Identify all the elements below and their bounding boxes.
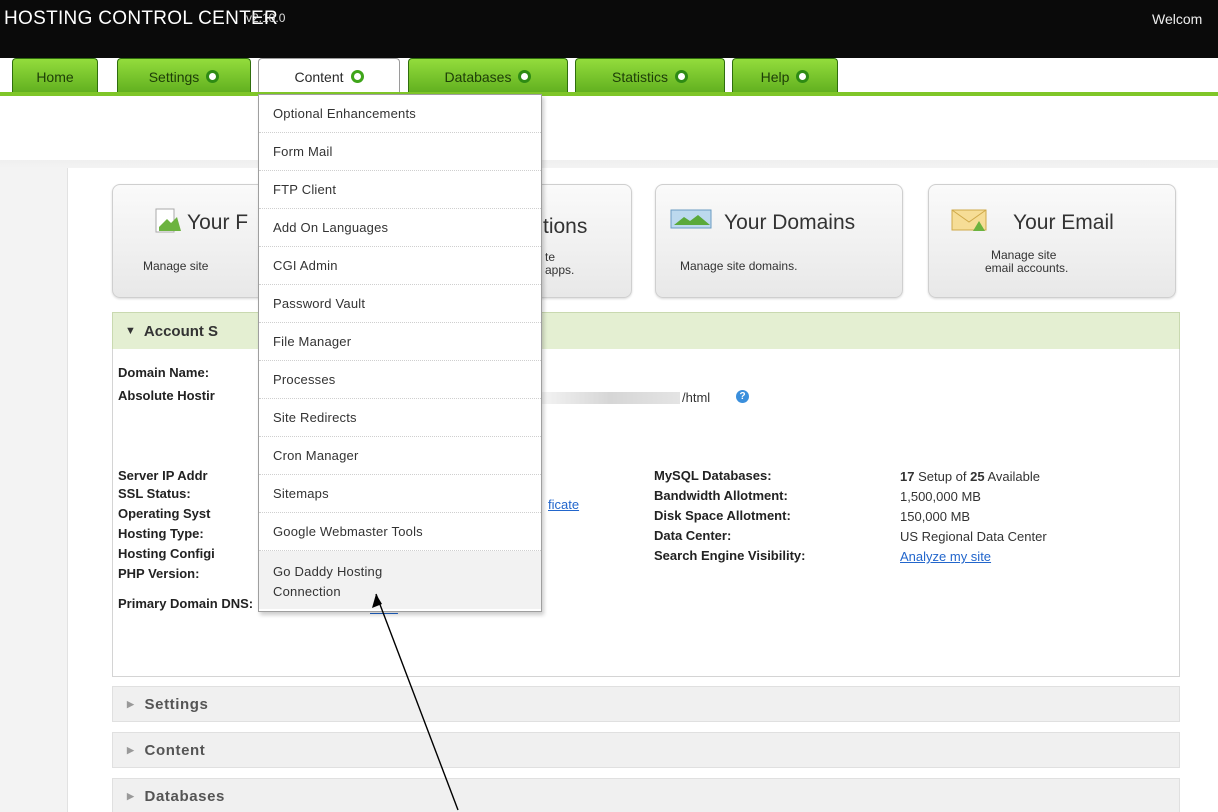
tab-home-label: Home (36, 68, 74, 85)
card-email-desc-2: email accounts. (985, 261, 1069, 275)
tab-arrow-icon (206, 70, 220, 83)
left-gutter (0, 168, 68, 812)
menu-item-ftp-client[interactable]: FTP Client (259, 171, 541, 209)
card-files-desc: Manage site (143, 259, 209, 273)
content-dropdown-menu: Optional Enhancements Form Mail FTP Clie… (258, 94, 542, 612)
card-email-title: Your Email (1013, 211, 1114, 234)
menu-item-add-on-languages[interactable]: Add On Languages (259, 209, 541, 247)
mysql-tail: Available (984, 469, 1041, 484)
tab-content-label: Content (294, 68, 344, 85)
menu-item-processes[interactable]: Processes (259, 361, 541, 399)
app-title: HOSTING CONTROL CENTER (4, 8, 279, 29)
tab-settings[interactable]: Settings (117, 58, 251, 94)
php-version-label: PHP Version: (118, 566, 200, 581)
email-icon (951, 207, 991, 233)
menu-item-optional-enhancements[interactable]: Optional Enhancements (259, 95, 541, 133)
hosting-type-label: Hosting Type: (118, 526, 204, 541)
help-icon[interactable]: ? (736, 390, 749, 403)
disk-space-label: Disk Space Allotment: (654, 508, 791, 523)
menu-item-cgi-admin[interactable]: CGI Admin (259, 247, 541, 285)
tab-help[interactable]: Help (732, 58, 838, 94)
card-apps-desc-2: apps. (545, 263, 575, 277)
expand-arrow-icon: ▶ (127, 790, 135, 801)
tab-statistics-label: Statistics (611, 68, 668, 85)
page: HOSTING CONTROL CENTER v2.10.0 Welcom Ho… (0, 0, 1218, 812)
ssl-certificate-link[interactable]: ficate (548, 497, 579, 512)
section-content[interactable]: ▶ Content (112, 732, 1180, 768)
mysql-value: 17 Setup of 25 Available (900, 469, 1040, 484)
tab-arrow-icon (796, 70, 810, 83)
mysql-mid: Setup of (914, 469, 971, 484)
tab-statistics[interactable]: Statistics (575, 58, 725, 94)
tab-arrow-icon (675, 70, 688, 83)
card-email-desc-1: Manage site (991, 248, 1057, 262)
server-ip-label: Server IP Addr (118, 468, 208, 483)
seo-visibility-label: Search Engine Visibility: (654, 548, 806, 563)
card-your-email[interactable]: Your Email Manage site email accounts. (928, 184, 1176, 298)
tab-help-label: Help (760, 68, 790, 85)
tab-arrow-icon (518, 70, 532, 83)
menu-item-last-line-1: Go Daddy Hosting (273, 564, 383, 579)
operating-system-label: Operating Syst (118, 506, 211, 521)
card-your-domains[interactable]: Your Domains Manage site domains. (655, 184, 903, 298)
redacted-path (540, 392, 680, 404)
tab-databases[interactable]: Databases (408, 58, 568, 94)
tab-underline (0, 92, 1218, 96)
domain-name-label: Domain Name: (118, 365, 210, 380)
expand-arrow-icon: ▶ (127, 698, 135, 709)
mysql-label: MySQL Databases: (654, 468, 772, 483)
tab-content[interactable]: Content (258, 58, 400, 94)
data-center-label: Data Center: (654, 528, 732, 543)
hosting-config-label: Hosting Configi (118, 546, 215, 561)
section-databases[interactable]: ▶ Databases (112, 778, 1180, 812)
analyze-site-link[interactable]: Analyze my site (900, 549, 991, 564)
data-center-value: US Regional Data Center (900, 529, 1047, 544)
files-icon (153, 207, 183, 233)
mysql-total: 25 (970, 469, 985, 484)
menu-item-password-vault[interactable]: Password Vault (259, 285, 541, 323)
menu-item-file-manager[interactable]: File Manager (259, 323, 541, 361)
welcome-text: Welcom (1152, 11, 1203, 27)
card-apps-desc-1: te (545, 250, 556, 264)
card-domains-desc: Manage site domains. (680, 259, 798, 273)
section-content-label: Content (144, 741, 206, 759)
expand-arrow-icon: ▶ (127, 744, 135, 755)
tab-arrow-icon (350, 70, 364, 83)
card-domains-title: Your Domains (724, 211, 856, 234)
menu-item-cron-manager[interactable]: Cron Manager (259, 437, 541, 475)
menu-item-google-webmaster-tools[interactable]: Google Webmaster Tools (259, 513, 541, 551)
domains-icon (670, 207, 714, 233)
bandwidth-label: Bandwidth Allotment: (654, 488, 788, 503)
section-settings-label: Settings (144, 695, 209, 713)
menu-item-site-redirects[interactable]: Site Redirects (259, 399, 541, 437)
menu-item-sitemaps[interactable]: Sitemaps (259, 475, 541, 513)
app-version: v2.10.0 (246, 11, 286, 25)
primary-dns-label: Primary Domain DNS: (118, 596, 254, 611)
tab-home[interactable]: Home (12, 58, 98, 94)
menu-item-form-mail[interactable]: Form Mail (259, 133, 541, 171)
collapse-arrow-icon: ▼ (125, 325, 136, 337)
absolute-path-tail: /html (682, 390, 711, 405)
tab-databases-label: Databases (444, 68, 512, 85)
menu-item-go-daddy-hosting-connection[interactable]: Go Daddy Hosting Connection (259, 551, 541, 609)
bandwidth-value: 1,500,000 MB (900, 489, 981, 504)
disk-space-value: 150,000 MB (900, 509, 971, 524)
absolute-path-label: Absolute Hostir (118, 388, 215, 403)
card-files-title: Your F (187, 211, 249, 234)
mysql-count: 17 (900, 469, 915, 484)
ssl-status-label: SSL Status: (118, 486, 191, 501)
top-bar: HOSTING CONTROL CENTER v2.10.0 Welcom (0, 0, 1218, 58)
section-settings[interactable]: ▶ Settings (112, 686, 1180, 722)
section-databases-label: Databases (144, 787, 225, 805)
account-summary-title: Account S (143, 322, 219, 340)
tab-settings-label: Settings (148, 68, 200, 85)
menu-item-last-line-2: Connection (273, 584, 341, 599)
card-apps-title: tions (543, 215, 588, 238)
